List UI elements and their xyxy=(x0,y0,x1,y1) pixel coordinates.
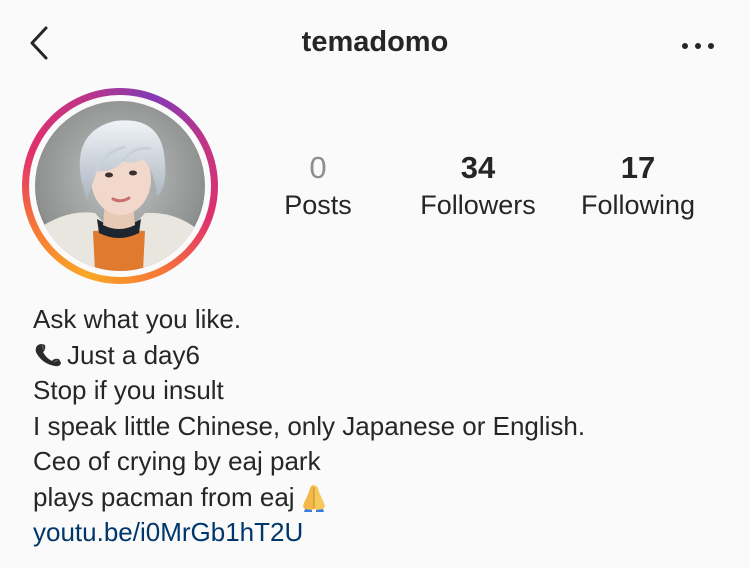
followers-count-label: Followers xyxy=(420,190,536,220)
more-options-button[interactable] xyxy=(680,30,716,60)
profile-avatar[interactable] xyxy=(22,88,218,284)
folded-hands-icon xyxy=(302,484,325,512)
bio-line: Stop if you insult xyxy=(33,375,224,405)
bio-line: plays pacman from eaj xyxy=(33,480,733,516)
top-bar: temadomo xyxy=(0,0,750,90)
chevron-left-icon xyxy=(30,26,48,60)
profile-username: temadomo xyxy=(301,26,449,58)
following-count-value: 17 xyxy=(620,150,656,185)
bio-link[interactable]: youtu.be/i0MrGb1hT2U xyxy=(33,515,733,551)
bio-line: I speak little Chinese, only Japanese or… xyxy=(33,410,586,441)
bio-line: Just a day6 xyxy=(33,338,733,374)
following-count[interactable]: 17 Following xyxy=(568,150,708,224)
bio-line-text: plays pacman from eaj xyxy=(33,481,295,512)
followers-count-value: 34 xyxy=(460,150,496,185)
posts-count-label: Posts xyxy=(284,190,352,220)
profile-bio: Ask what you like. Just a day6 Stop if y… xyxy=(33,302,733,551)
posts-count[interactable]: 0 Posts xyxy=(268,150,368,224)
bio-line-text: Just a day6 xyxy=(67,339,200,370)
back-button[interactable] xyxy=(26,24,56,64)
bio-line: Ceo of crying by eaj park xyxy=(33,446,321,476)
bio-line: Ask what you like. xyxy=(33,304,242,334)
avatar-photo xyxy=(35,101,205,271)
followers-count[interactable]: 34 Followers xyxy=(408,150,548,224)
following-count-label: Following xyxy=(580,190,696,220)
telephone-receiver-icon xyxy=(35,343,61,366)
posts-count-value: 0 xyxy=(309,150,327,185)
